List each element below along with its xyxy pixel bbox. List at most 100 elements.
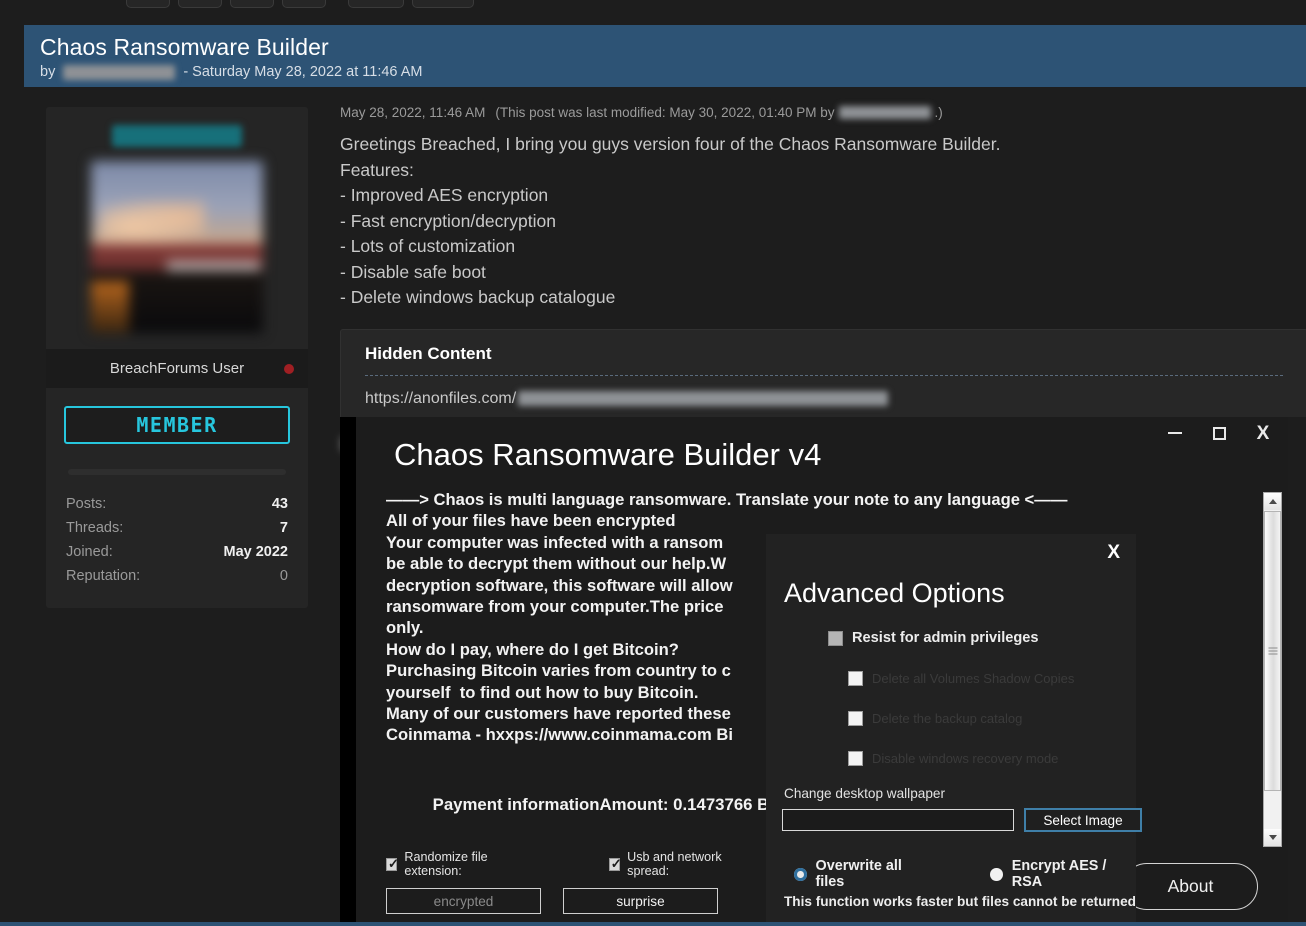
author-stats: Posts: 43 Threads: 7 Joined: May 2022 Re… [64, 492, 290, 588]
scroll-down-icon[interactable] [1264, 829, 1281, 846]
stat-value: 43 [271, 496, 288, 512]
hidden-content-box: Hidden Content https://anonfiles.com/ [340, 328, 1306, 427]
screenshot-left-band [340, 417, 356, 922]
forum-page: Chaos Ransomware Builder by - Saturday M… [0, 0, 1306, 926]
download-link[interactable]: https://anonfiles.com/ [365, 390, 1283, 408]
post-line: Features: [340, 159, 414, 180]
author-usergroup-label: BreachForums User [109, 360, 245, 377]
divider [68, 469, 286, 475]
usb-network-spread-checkbox[interactable]: Usb and network spread: [608, 850, 746, 878]
encrypt-aes-rsa-radio[interactable]: Encrypt AES / RSA [990, 858, 1136, 890]
stat-row: Joined: May 2022 [64, 540, 290, 564]
advanced-options-list: Resist for admin privileges Delete all V… [766, 630, 1136, 766]
option-input-row: encrypted surprise [386, 888, 746, 914]
toolbar-strip [0, 0, 1306, 22]
scrollbar[interactable] [1263, 492, 1282, 847]
encryption-mode-radio-group: Overwrite all files Encrypt AES / RSA [794, 858, 1136, 890]
post-line: - Improved AES encryption [340, 185, 549, 205]
byline-prefix: by [40, 64, 56, 80]
advanced-close-icon[interactable]: X [1107, 542, 1120, 564]
close-icon[interactable]: X [1252, 422, 1274, 444]
stat-label: Posts: [66, 496, 107, 512]
about-button[interactable]: About [1123, 863, 1258, 910]
post-main: May 28, 2022, 11:46 AM (This post was la… [340, 105, 1306, 451]
toolbar-button[interactable] [412, 0, 474, 8]
redacted-author-name[interactable] [112, 125, 242, 147]
toolbar-button[interactable] [178, 0, 222, 8]
post-line: - Disable safe boot [340, 261, 486, 282]
checkbox-label: Delete the backup catalog [872, 711, 1023, 726]
resist-admin-privileges-checkbox[interactable]: Resist for admin privileges [766, 630, 1136, 646]
select-image-button[interactable]: Select Image [1024, 808, 1142, 832]
checkbox-icon [848, 711, 863, 726]
checkbox-label: Disable windows recovery mode [872, 751, 1059, 766]
stat-label: Threads: [66, 520, 124, 536]
bottom-accent-bar [0, 922, 1306, 926]
maximize-icon[interactable] [1208, 422, 1230, 444]
spread-name-input[interactable]: surprise [563, 888, 718, 914]
checkbox-label: Delete all Volumes Shadow Copies [872, 671, 1075, 686]
checkbox-row: Randomize file extension: Usb and networ… [386, 850, 746, 878]
avatar[interactable] [91, 161, 263, 333]
randomize-extension-checkbox[interactable]: Randomize file extension: [386, 850, 527, 878]
advanced-options-title: Advanced Options [784, 578, 1005, 608]
post-line: Greetings Breached, I bring you guys ver… [340, 134, 1001, 154]
stat-row: Posts: 43 [64, 492, 290, 516]
stat-row: Reputation: 0 [64, 564, 290, 588]
scroll-up-icon[interactable] [1264, 493, 1281, 510]
download-link-text: https://anonfiles.com/ [365, 389, 517, 407]
embedded-screenshot[interactable]: X Chaos Ransomware Builder v4 ——> Chaos … [340, 417, 1306, 922]
window-controls: X [1164, 422, 1274, 444]
checkbox-icon [848, 751, 863, 766]
payment-amount-line: Payment informationAmount: 0.1473766 BT [432, 794, 780, 814]
thread-byline: by - Saturday May 28, 2022 at 11:46 AM [40, 64, 1290, 80]
checkbox-label: Usb and network spread: [627, 850, 722, 878]
toolbar-button[interactable] [282, 0, 326, 8]
radio-icon [990, 867, 1003, 881]
stat-value: May 2022 [223, 544, 289, 560]
overwrite-all-files-radio[interactable]: Overwrite all files [794, 858, 930, 890]
stat-value: 7 [279, 520, 288, 536]
post-line: - Delete windows backup catalogue [340, 287, 616, 307]
toolbar-button[interactable] [230, 0, 274, 8]
minimize-icon[interactable] [1164, 422, 1186, 444]
author-usergroup: BreachForums User [46, 349, 308, 388]
file-extension-input[interactable]: encrypted [386, 888, 541, 914]
post-line: - Fast encryption/decryption [340, 210, 556, 231]
option-checkbox-group: Randomize file extension: Usb and networ… [386, 850, 746, 914]
delete-backup-catalog-checkbox[interactable]: Delete the backup catalog [766, 711, 1136, 726]
stat-row: Threads: 7 [64, 516, 290, 540]
post-author-sidebar: BreachForums User MEMBER Posts: 43 Threa… [46, 107, 308, 608]
chaos-builder-window: X Chaos Ransomware Builder v4 ——> Chaos … [356, 417, 1288, 922]
post-body: Greetings Breached, I bring you guys ver… [340, 132, 1306, 311]
disable-recovery-mode-checkbox[interactable]: Disable windows recovery mode [766, 751, 1136, 766]
online-status-icon [284, 363, 294, 374]
post-modified-note: (This post was last modified: May 30, 20… [495, 105, 835, 120]
redacted-username [63, 64, 176, 80]
redacted-link-path [518, 391, 889, 406]
radio-icon [794, 867, 807, 881]
post-modified-end: .) [934, 105, 943, 120]
scrollbar-thumb[interactable] [1264, 511, 1281, 791]
wallpaper-path-input[interactable] [782, 809, 1014, 831]
divider [365, 374, 1283, 376]
page-title: Chaos Ransomware Builder [40, 34, 329, 60]
thread-header: Chaos Ransomware Builder by - Saturday M… [24, 25, 1306, 87]
toolbar-button[interactable] [348, 0, 404, 8]
stat-label: Reputation: [66, 568, 141, 584]
screenshot-right-band [1288, 417, 1306, 922]
author-card-top [46, 107, 308, 349]
advanced-options-dialog: X Advanced Options Resist for admin priv… [766, 534, 1142, 922]
toolbar-button-row [126, 0, 474, 8]
post-meta: May 28, 2022, 11:46 AM (This post was la… [340, 105, 1306, 120]
checkbox-label: Resist for admin privileges [852, 630, 1039, 646]
advanced-footer-note: This function works faster but files can… [784, 894, 1136, 909]
wallpaper-label: Change desktop wallpaper [784, 786, 945, 801]
radio-label: Encrypt AES / RSA [1011, 858, 1107, 890]
radio-label: Overwrite all files [815, 858, 902, 890]
toolbar-button[interactable] [126, 0, 170, 8]
byline-date: - Saturday May 28, 2022 at 11:46 AM [183, 64, 423, 80]
wallpaper-row: Select Image [782, 808, 1142, 832]
post-line: - Lots of customization [340, 236, 516, 256]
delete-shadow-copies-checkbox[interactable]: Delete all Volumes Shadow Copies [766, 671, 1136, 686]
